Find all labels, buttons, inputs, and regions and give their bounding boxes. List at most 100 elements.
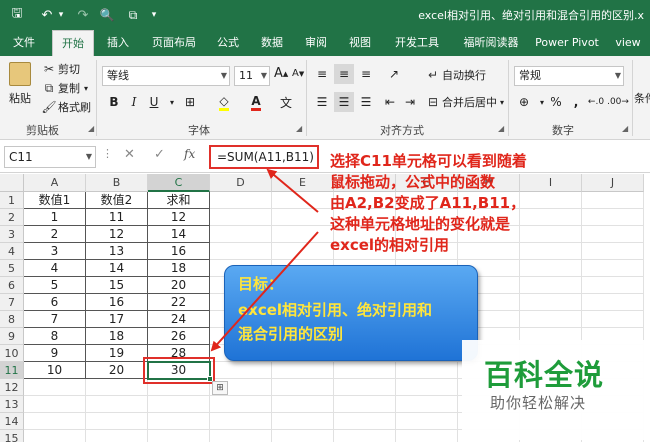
tab-formulas[interactable]: 公式 <box>210 30 246 56</box>
grid-cell[interactable]: 10 <box>24 362 86 379</box>
grid-cell[interactable] <box>272 362 334 379</box>
grid-cell[interactable] <box>396 362 458 379</box>
grid-cell[interactable] <box>210 396 272 413</box>
percent-icon[interactable]: % <box>546 92 566 112</box>
row-header[interactable]: 8 <box>0 311 24 328</box>
grid-cell[interactable] <box>24 413 86 430</box>
row-header[interactable]: 6 <box>0 277 24 294</box>
font-name-select[interactable]: 等线 ▼ <box>102 66 230 86</box>
column-header[interactable]: I <box>520 174 582 192</box>
row-header[interactable]: 1 <box>0 192 24 209</box>
grid-cell[interactable]: 数值2 <box>86 192 148 209</box>
cancel-icon[interactable]: ✕ <box>124 147 135 162</box>
grid-cell[interactable] <box>272 396 334 413</box>
align-center-icon[interactable]: ☰ <box>334 92 354 112</box>
grid-cell[interactable]: 5 <box>24 277 86 294</box>
grid-cell[interactable]: 26 <box>148 328 210 345</box>
grid-cell[interactable]: 12 <box>148 209 210 226</box>
grid-cell[interactable] <box>520 226 582 243</box>
grid-cell[interactable]: 22 <box>148 294 210 311</box>
grid-cell[interactable] <box>582 311 644 328</box>
customize-qat-icon[interactable]: ▾ <box>148 5 160 25</box>
grid-cell[interactable]: 16 <box>86 294 148 311</box>
align-right-icon[interactable]: ☰ <box>356 92 376 112</box>
grid-cell[interactable] <box>334 362 396 379</box>
grid-cell[interactable] <box>396 430 458 442</box>
grid-cell[interactable]: 24 <box>148 311 210 328</box>
tab-page-layout[interactable]: 页面布局 <box>146 30 202 56</box>
number-launcher-icon[interactable]: ◢ <box>622 124 628 133</box>
row-header[interactable]: 14 <box>0 413 24 430</box>
clipboard-launcher-icon[interactable]: ◢ <box>88 124 94 133</box>
grid-cell[interactable] <box>24 379 86 396</box>
tab-review[interactable]: 审阅 <box>298 30 334 56</box>
row-header[interactable]: 5 <box>0 260 24 277</box>
grid-cell[interactable]: 数值1 <box>24 192 86 209</box>
align-top-icon[interactable]: ≡ <box>312 64 332 84</box>
grid-cell[interactable] <box>272 430 334 442</box>
grid-cell[interactable]: 9 <box>24 345 86 362</box>
grid-cell[interactable] <box>520 260 582 277</box>
paste-button[interactable]: 粘贴 <box>6 62 34 118</box>
grid-cell[interactable]: 1 <box>24 209 86 226</box>
align-middle-icon[interactable]: ≡ <box>334 64 354 84</box>
row-header[interactable]: 12 <box>0 379 24 396</box>
grid-cell[interactable] <box>24 396 86 413</box>
cut-button[interactable]: ✂ 剪切 <box>40 60 80 78</box>
increase-indent-icon[interactable]: ⇥ <box>400 92 420 112</box>
tab-power-pivot[interactable]: Power Pivot <box>532 30 602 56</box>
font-launcher-icon[interactable]: ◢ <box>296 124 302 133</box>
grid-cell[interactable] <box>520 209 582 226</box>
grid-cell[interactable]: 18 <box>86 328 148 345</box>
grid-cell[interactable]: 19 <box>86 345 148 362</box>
grid-cell[interactable]: 20 <box>148 277 210 294</box>
grid-cell[interactable] <box>520 294 582 311</box>
grid-cell[interactable] <box>520 192 582 209</box>
grid-cell[interactable] <box>210 226 272 243</box>
grid-cell[interactable] <box>520 311 582 328</box>
autofill-options-icon[interactable]: ⊞ <box>212 381 228 395</box>
alignment-launcher-icon[interactable]: ◢ <box>498 124 504 133</box>
grid-cell[interactable] <box>582 294 644 311</box>
font-size-select[interactable]: 11 ▼ <box>234 66 270 86</box>
grid-cell[interactable] <box>272 413 334 430</box>
number-format-select[interactable]: 常规 ▼ <box>514 66 624 86</box>
grid-cell[interactable]: 求和 <box>148 192 210 209</box>
grid-cell[interactable]: 12 <box>86 226 148 243</box>
grid-cell[interactable] <box>210 362 272 379</box>
grid-cell[interactable] <box>148 430 210 442</box>
row-header[interactable]: 3 <box>0 226 24 243</box>
grid-cell[interactable]: 7 <box>24 311 86 328</box>
grid-cell[interactable] <box>272 226 334 243</box>
phonetic-guide-icon[interactable]: 文 <box>276 92 296 112</box>
tab-developer[interactable]: 开发工具 <box>388 30 446 56</box>
orientation-icon[interactable]: ↗ <box>384 64 404 84</box>
grid-cell[interactable] <box>24 430 86 442</box>
tab-view[interactable]: 视图 <box>342 30 378 56</box>
grid-cell[interactable] <box>520 243 582 260</box>
grid-cell[interactable] <box>582 192 644 209</box>
grid-cell[interactable]: 14 <box>86 260 148 277</box>
grid-cell[interactable]: 13 <box>86 243 148 260</box>
row-header[interactable]: 11 <box>0 362 24 379</box>
grid-cell[interactable] <box>210 192 272 209</box>
undo-icon[interactable]: ↶ <box>38 5 56 25</box>
column-header[interactable]: B <box>86 174 148 192</box>
wrap-text-button[interactable]: ↵ 自动换行 <box>424 66 486 84</box>
grid-cell[interactable] <box>582 277 644 294</box>
row-header[interactable]: 10 <box>0 345 24 362</box>
enter-icon[interactable]: ✓ <box>154 147 165 162</box>
column-header[interactable]: E <box>272 174 334 192</box>
grid-cell[interactable] <box>86 430 148 442</box>
grid-cell[interactable] <box>582 226 644 243</box>
grid-cell[interactable] <box>272 243 334 260</box>
tab-data[interactable]: 数据 <box>254 30 290 56</box>
tab-insert[interactable]: 插入 <box>100 30 136 56</box>
align-left-icon[interactable]: ☰ <box>312 92 332 112</box>
redo-icon[interactable]: ↷ <box>74 5 92 25</box>
insert-function-icon[interactable]: fx <box>184 147 195 161</box>
grow-font-button[interactable]: A ▲ <box>274 66 288 81</box>
column-header[interactable]: D <box>210 174 272 192</box>
grid-cell[interactable]: 2 <box>24 226 86 243</box>
grid-cell[interactable]: 11 <box>86 209 148 226</box>
